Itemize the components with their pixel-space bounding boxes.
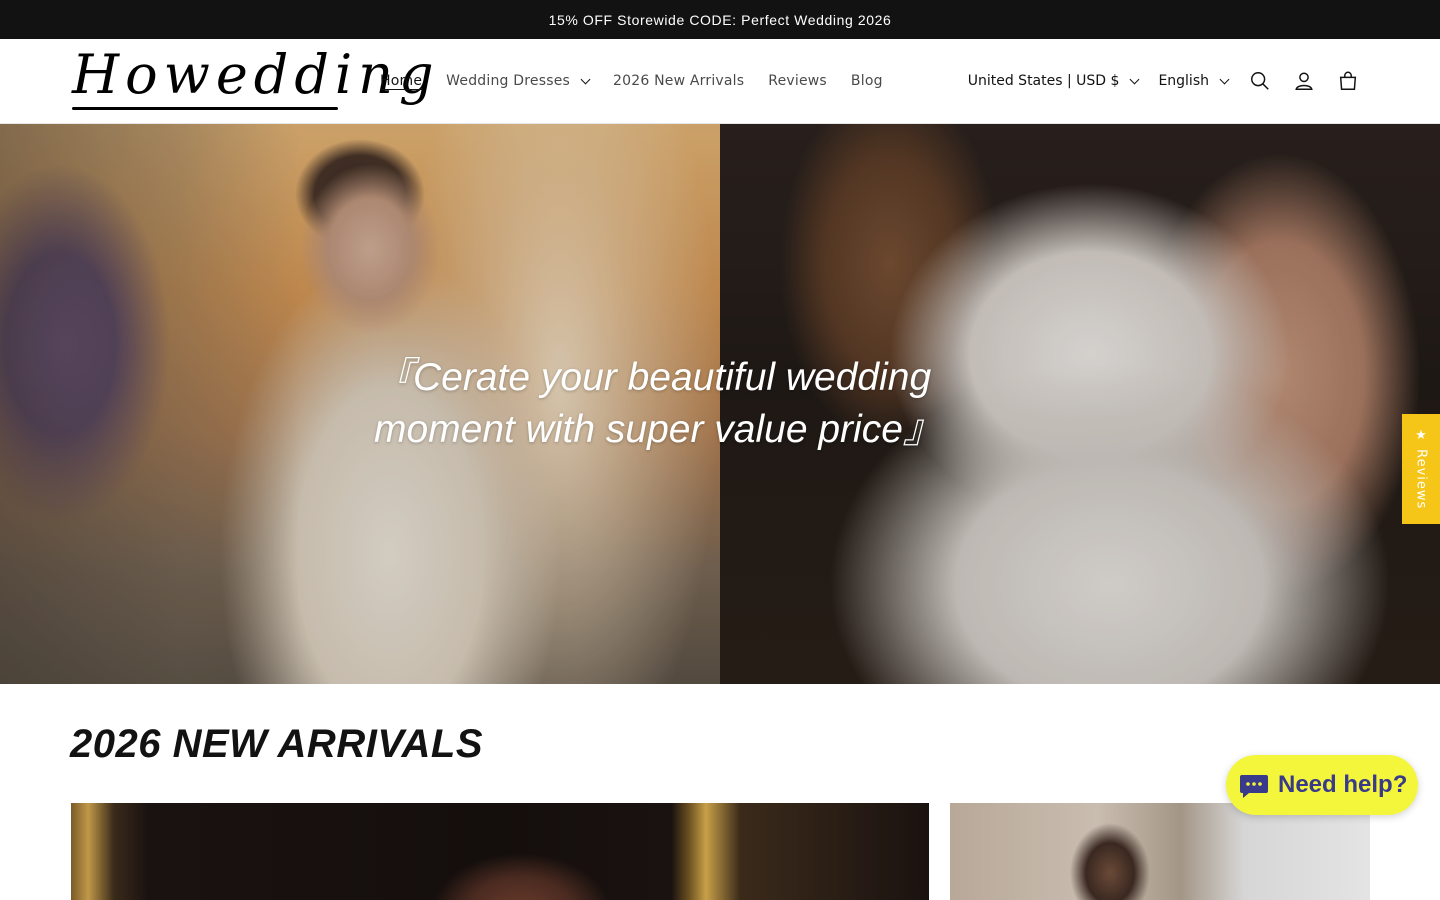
nav-item-blog[interactable]: Blog xyxy=(839,73,895,89)
nav-item-label: Blog xyxy=(850,73,883,89)
product-card-image[interactable] xyxy=(71,803,929,900)
nav-item-label: 2026 New Arrivals xyxy=(613,73,745,89)
site-header: Howedding Home Wedding Dresses 2026 New … xyxy=(0,39,1440,124)
logo-text: Howedding xyxy=(72,43,440,106)
hero-quote: 『Cerate your beautiful wedding moment wi… xyxy=(374,356,942,451)
nav-item-wedding-dresses[interactable]: Wedding Dresses xyxy=(434,73,601,89)
nav-item-home[interactable]: Home xyxy=(368,73,434,89)
nav-item-new-arrivals[interactable]: 2026 New Arrivals xyxy=(601,73,756,89)
account-button[interactable] xyxy=(1282,59,1326,103)
section-title: 2026 NEW ARRIVALS xyxy=(70,722,484,766)
announcement-bar: 15% OFF Storewide CODE: Perfect Wedding … xyxy=(0,0,1440,39)
logo-underline xyxy=(72,107,338,110)
main-nav: Home Wedding Dresses 2026 New Arrivals R… xyxy=(368,39,895,123)
search-icon xyxy=(1251,72,1269,90)
site-logo[interactable]: Howedding xyxy=(72,43,440,117)
search-button[interactable] xyxy=(1238,59,1282,103)
chat-help-button[interactable]: Need help? xyxy=(1226,755,1418,815)
country-selector-label: United States | USD $ xyxy=(967,73,1120,89)
cart-button[interactable] xyxy=(1326,59,1370,103)
announcement-text: 15% OFF Storewide CODE: Perfect Wedding … xyxy=(548,11,892,28)
reviews-side-tab[interactable]: ★ Reviews xyxy=(1402,414,1440,524)
language-selector[interactable]: English xyxy=(1148,73,1238,89)
chat-bubble-icon xyxy=(1240,775,1268,798)
chevron-down-icon xyxy=(1129,74,1140,84)
country-selector[interactable]: United States | USD $ xyxy=(958,73,1149,89)
nav-item-label: Reviews xyxy=(768,73,827,89)
language-selector-label: English xyxy=(1158,73,1209,89)
nav-item-reviews[interactable]: Reviews xyxy=(756,73,839,89)
chat-help-label: Need help? xyxy=(1278,771,1408,798)
chevron-down-icon xyxy=(580,74,591,84)
reviews-tab-label: ★ Reviews xyxy=(1413,428,1429,510)
nav-item-label: Home xyxy=(380,73,423,89)
nav-item-label: Wedding Dresses xyxy=(446,73,571,89)
header-actions: United States | USD $ English xyxy=(958,39,1370,123)
chevron-down-icon xyxy=(1219,74,1230,84)
account-icon xyxy=(1295,72,1313,90)
cart-icon xyxy=(1339,71,1357,90)
hero-banner: 『Cerate your beautiful wedding moment wi… xyxy=(0,124,1440,684)
product-card-image[interactable] xyxy=(950,803,1370,900)
